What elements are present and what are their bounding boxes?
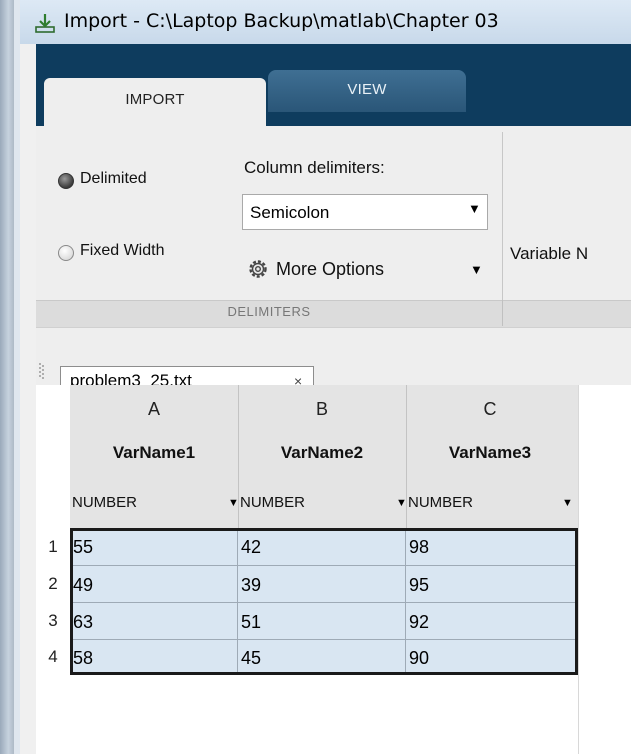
fixed-width-label[interactable]: Fixed Width — [80, 242, 164, 260]
tab-import[interactable]: IMPORT — [44, 78, 266, 126]
row-number[interactable]: 4 — [36, 647, 70, 667]
ribbon-footer-divider — [502, 300, 503, 326]
type-dropdown-arrow-icon[interactable]: ▼ — [562, 497, 573, 509]
window-frame-left — [0, 0, 14, 754]
column-letter-a[interactable]: A — [70, 399, 238, 420]
import-arrow-icon — [35, 14, 55, 33]
dropdown-arrow-icon[interactable]: ▼ — [468, 201, 481, 216]
row-number[interactable]: 3 — [36, 611, 70, 631]
more-options-button[interactable]: More Options — [276, 259, 384, 280]
ribbon-divider — [502, 132, 503, 308]
row-header-spacer — [36, 385, 70, 528]
chevron-down-icon[interactable]: ▼ — [470, 262, 483, 277]
row-number[interactable]: 2 — [36, 574, 70, 594]
selection-outline — [70, 528, 578, 675]
variable-names-label: Variable N — [510, 244, 589, 263]
type-dropdown-arrow-icon[interactable]: ▼ — [228, 497, 239, 509]
column-type-b[interactable]: NUMBER — [240, 494, 305, 511]
column-type-c[interactable]: NUMBER — [408, 494, 473, 511]
column-varname-b[interactable]: VarName2 — [238, 443, 406, 463]
column-letter-c[interactable]: C — [406, 399, 574, 420]
window-title: Import - C:\Laptop Backup\matlab\Chapter… — [64, 10, 499, 32]
delimited-radio[interactable] — [58, 173, 74, 189]
tab-view[interactable]: VIEW — [268, 70, 466, 112]
column-delimiters-label: Column delimiters: — [244, 158, 385, 177]
delimiters-section-label: DELIMITERS — [227, 304, 311, 319]
column-type-a[interactable]: NUMBER — [72, 494, 137, 511]
window-frame-inner — [14, 0, 20, 754]
fixed-width-radio[interactable] — [58, 245, 74, 261]
delimited-label[interactable]: Delimited — [80, 170, 147, 188]
gear-icon[interactable] — [247, 258, 269, 280]
grid-empty-area — [578, 385, 631, 754]
type-dropdown-arrow-icon[interactable]: ▼ — [396, 497, 407, 509]
column-varname-c[interactable]: VarName3 — [406, 443, 574, 463]
column-varname-a[interactable]: VarName1 — [70, 443, 238, 463]
column-letter-b[interactable]: B — [238, 399, 406, 420]
row-number[interactable]: 1 — [36, 537, 70, 557]
column-delimiter-value: Semicolon — [250, 203, 330, 222]
drag-grip-icon[interactable] — [38, 362, 44, 380]
